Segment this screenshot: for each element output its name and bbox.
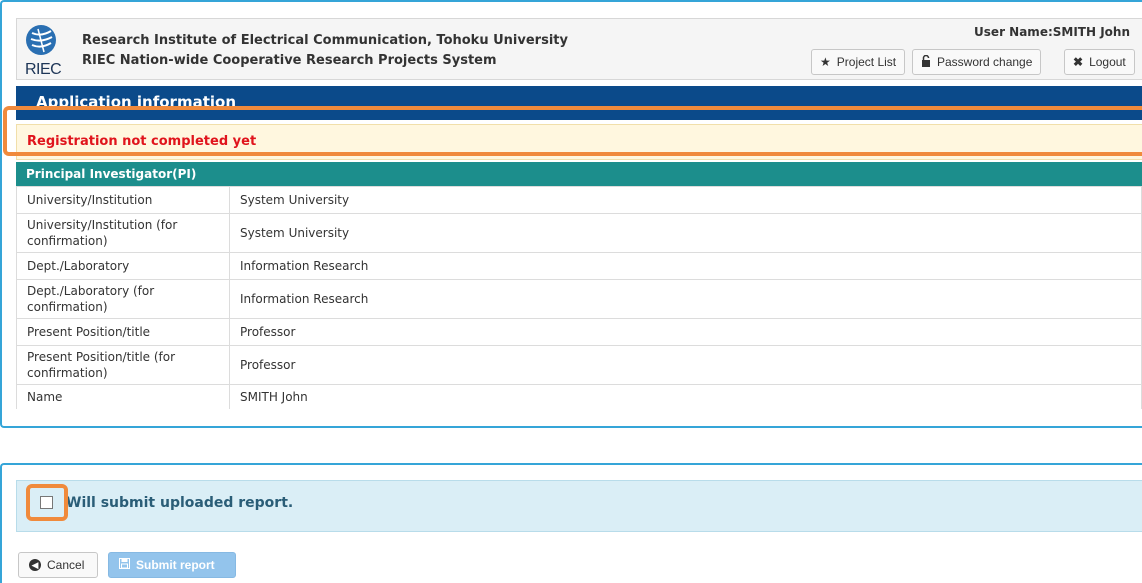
row-value: Professor — [229, 345, 1142, 385]
table-row: Name SMITH John — [16, 384, 1142, 409]
table-row: University/Institution System University — [16, 186, 1142, 214]
alert-highlight-box — [3, 106, 1142, 156]
project-list-label: Project List — [836, 55, 897, 69]
row-label: Dept./Laboratory (for confirmation) — [16, 279, 230, 319]
row-label: University/Institution (for confirmation… — [16, 213, 230, 253]
password-change-label: Password change — [937, 55, 1033, 69]
row-label: Dept./Laboratory — [16, 252, 230, 280]
riec-logo: RIEC — [23, 25, 62, 78]
confirm-label[interactable]: Will submit uploaded report. — [66, 495, 293, 511]
row-value: System University — [229, 186, 1142, 214]
row-label: Present Position/title — [16, 318, 230, 346]
lock-icon — [921, 54, 931, 70]
row-value: System University — [229, 213, 1142, 253]
close-icon: ✖ — [1073, 55, 1084, 69]
pi-section-header: Principal Investigator(PI) — [16, 162, 1142, 186]
row-value: Professor — [229, 318, 1142, 346]
row-label: Present Position/title (for confirmation… — [16, 345, 230, 385]
pi-header-label: Principal Investigator(PI) — [26, 167, 197, 181]
logout-button[interactable]: ✖ Logout — [1064, 49, 1135, 75]
cancel-label: Cancel — [47, 558, 85, 572]
submit-label: Submit report — [136, 558, 215, 572]
circle-left-arrow-icon: ◀ — [29, 559, 41, 571]
table-row: Dept./Laboratory Information Research — [16, 252, 1142, 280]
row-label: Name — [16, 384, 230, 409]
system-name: RIEC Nation-wide Cooperative Research Pr… — [82, 53, 497, 68]
star-icon: ★ — [820, 55, 831, 69]
logo-text: RIEC — [25, 61, 62, 78]
table-row: Dept./Laboratory (for confirmation) Info… — [16, 279, 1142, 319]
page-header: RIEC Research Institute of Electrical Co… — [16, 18, 1142, 80]
user-name: User Name:SMITH John — [974, 25, 1130, 39]
institution-name: Research Institute of Electrical Communi… — [82, 33, 568, 48]
logo-emblem-icon — [26, 25, 56, 55]
cancel-button[interactable]: ◀ Cancel — [18, 552, 98, 578]
row-value: Information Research — [229, 252, 1142, 280]
row-value: Information Research — [229, 279, 1142, 319]
table-row: Present Position/title (for confirmation… — [16, 345, 1142, 385]
pi-info-table: University/Institution System University… — [16, 186, 1142, 409]
checkbox-highlight-box — [26, 484, 68, 521]
table-row: University/Institution (for confirmation… — [16, 213, 1142, 253]
row-label: University/Institution — [16, 186, 230, 214]
row-value: SMITH John — [229, 384, 1142, 409]
submit-report-button[interactable]: Submit report — [108, 552, 236, 578]
table-row: Present Position/title Professor — [16, 318, 1142, 346]
save-icon — [119, 558, 130, 572]
logout-label: Logout — [1089, 55, 1126, 69]
password-change-button[interactable]: Password change — [912, 49, 1042, 75]
project-list-button[interactable]: ★ Project List — [811, 49, 906, 75]
